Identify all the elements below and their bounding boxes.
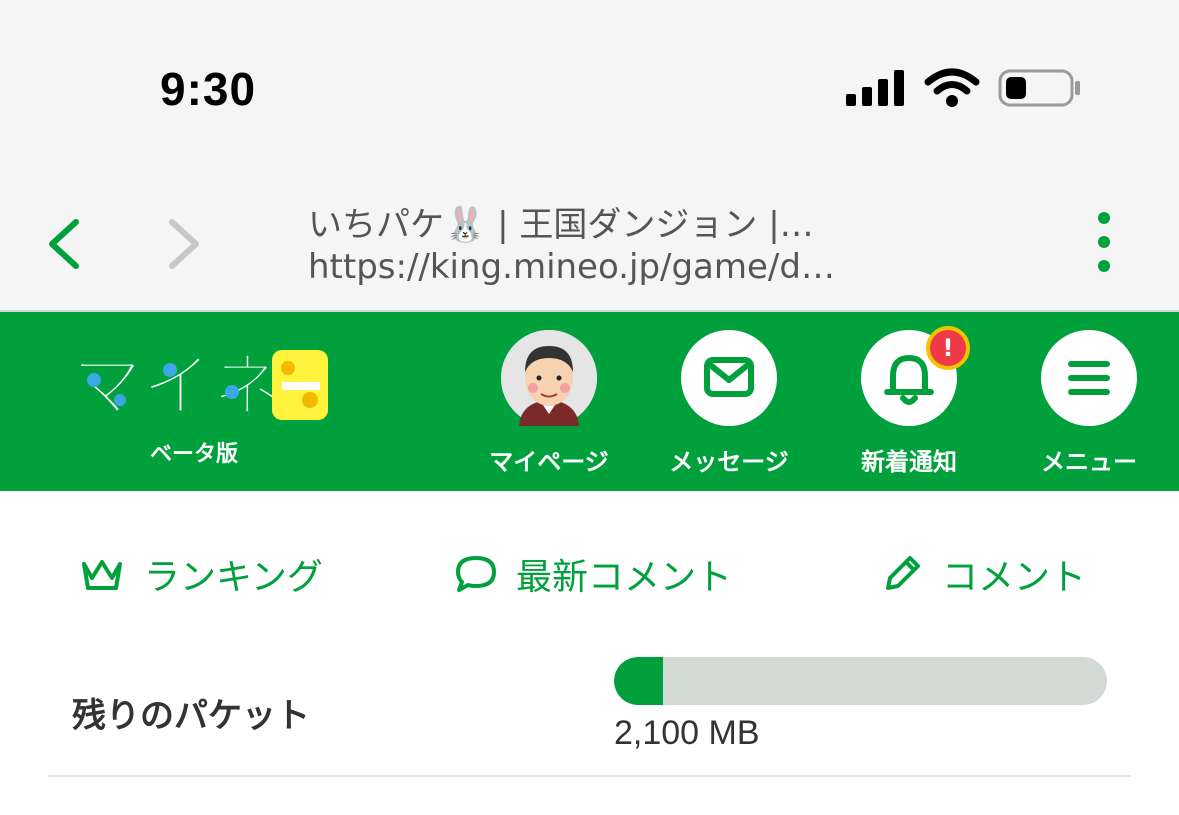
mineou-logo[interactable]: マイネ: [72, 340, 332, 430]
notification-label[interactable]: 新着通知: [829, 442, 989, 477]
page-title[interactable]: いちパケ🐰 | 王国ダンジョン |…: [308, 197, 814, 246]
message-label[interactable]: メッセージ: [649, 442, 809, 477]
cellular-signal-icon: [846, 70, 904, 106]
back-arrow-icon[interactable]: [40, 216, 90, 272]
latest-comments-label[interactable]: 最新コメント: [516, 548, 732, 600]
wifi-icon: [924, 68, 980, 107]
hamburger-icon: [1068, 361, 1110, 395]
svg-text:マイネ: マイネ: [72, 345, 282, 427]
mypage-button[interactable]: [501, 330, 597, 426]
packet-progress-bar: [614, 657, 1107, 705]
menu-label[interactable]: メニュー: [1009, 442, 1169, 477]
ranking-label[interactable]: ランキング: [144, 548, 323, 600]
packet-label: 残りのパケット: [72, 696, 310, 736]
latest-comments-link[interactable]: 最新コメント: [454, 548, 732, 600]
envelope-icon: [704, 357, 754, 397]
packet-value: 2,100 MB: [614, 714, 760, 752]
more-options-icon[interactable]: [1084, 210, 1124, 274]
message-button[interactable]: [681, 330, 777, 426]
mypage-label[interactable]: マイページ: [469, 442, 629, 477]
notification-badge: !: [926, 326, 970, 370]
forward-arrow-icon[interactable]: [160, 216, 210, 272]
comment-link[interactable]: コメント: [880, 548, 1086, 600]
status-time: 9:30: [160, 63, 257, 115]
crown-icon: [82, 560, 122, 590]
page-url[interactable]: https://king.mineo.jp/game/d…: [308, 247, 835, 287]
speech-bubble-icon: [456, 556, 496, 592]
pencil-icon: [886, 556, 920, 590]
menu-button[interactable]: [1041, 330, 1137, 426]
comment-label[interactable]: コメント: [942, 548, 1086, 600]
divider: [48, 775, 1131, 777]
packet-progress-fill: [614, 657, 664, 705]
avatar: [501, 330, 597, 426]
battery-icon: [998, 69, 1080, 107]
logo-subtitle: ベータ版: [150, 442, 239, 467]
ranking-link[interactable]: ランキング: [78, 548, 323, 600]
